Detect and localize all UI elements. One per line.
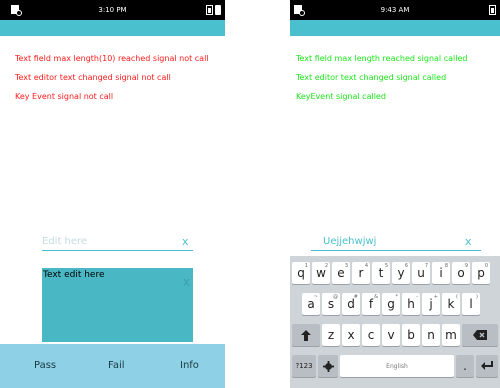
entry-field[interactable]: Edit here	[42, 236, 87, 247]
entry-underline	[42, 250, 193, 251]
enter-key[interactable]	[476, 355, 498, 377]
status-message-3: KeyEvent signal called	[296, 92, 386, 101]
sim-icon	[206, 5, 213, 15]
left-screen: 3:10 PM Text field max length(10) reache…	[0, 0, 225, 388]
key-q[interactable]: 1q	[292, 262, 310, 284]
fail-button[interactable]: Fail	[108, 360, 125, 371]
key-r[interactable]: 4r	[352, 262, 370, 284]
key-w[interactable]: 2w	[312, 262, 330, 284]
status-bar: 3:10 PM	[0, 0, 225, 20]
virtual-keyboard: 1q 2w 3e 4r 5t 6y 7u 8i 9o 0p ~ a @ s # d &…	[290, 256, 500, 388]
sim-icon	[489, 5, 496, 15]
editor-clear-button[interactable]: x	[183, 275, 190, 289]
title-bar	[0, 20, 225, 36]
symbols-key[interactable]: ?123	[292, 355, 316, 377]
right-screen: 9:43 AM Text field max length reached si…	[290, 0, 500, 388]
status-time: 9:43 AM	[380, 6, 410, 14]
enter-icon	[481, 361, 493, 370]
key-h[interactable]: -h	[402, 293, 420, 315]
key-l[interactable]: ) l	[462, 293, 480, 315]
entry-underline	[311, 250, 481, 251]
key-m[interactable]: m	[442, 324, 460, 346]
status-message-3: Key Event signal not call	[15, 92, 114, 101]
key-k[interactable]: (k	[442, 293, 460, 315]
key-e[interactable]: 3e	[332, 262, 350, 284]
key-z[interactable]: z	[322, 324, 340, 346]
status-message-2: Text editor text changed signal called	[296, 73, 447, 82]
backspace-icon	[473, 330, 487, 340]
key-j[interactable]: + j	[422, 293, 440, 315]
key-g[interactable]: * g	[382, 293, 400, 315]
text-editor[interactable]: Text edit here x	[42, 268, 193, 342]
gear-icon	[322, 360, 334, 372]
key-v[interactable]: v	[382, 324, 400, 346]
settings-key[interactable]	[318, 355, 338, 377]
key-p[interactable]: 0p	[472, 262, 490, 284]
info-button[interactable]: Info	[180, 360, 199, 371]
entry-field[interactable]: Uejjehwjwj	[323, 236, 376, 247]
editor-text: Text edit here	[43, 270, 105, 280]
status-message-1: Text field max length reached signal cal…	[296, 54, 468, 63]
key-n[interactable]: n	[422, 324, 440, 346]
status-message-1: Text field max length(10) reached signal…	[15, 54, 209, 63]
key-u[interactable]: 7u	[412, 262, 430, 284]
status-message-2: Text editor text changed signal not call	[15, 73, 171, 82]
key-y[interactable]: 6y	[392, 262, 410, 284]
pass-button[interactable]: Pass	[34, 360, 56, 371]
battery-icon	[215, 5, 221, 15]
key-a[interactable]: ~ a	[302, 293, 320, 315]
key-d[interactable]: # d	[342, 293, 360, 315]
key-s[interactable]: @ s	[322, 293, 340, 315]
key-i[interactable]: 8i	[432, 262, 450, 284]
key-x[interactable]: x	[342, 324, 360, 346]
status-time: 3:10 PM	[98, 6, 127, 14]
entry-clear-button[interactable]: x	[182, 235, 189, 248]
key-f[interactable]: & f	[362, 293, 380, 315]
status-bar: 9:43 AM	[290, 0, 500, 20]
space-key[interactable]: English	[340, 355, 454, 377]
title-bar	[290, 20, 500, 36]
key-c[interactable]: c	[362, 324, 380, 346]
key-t[interactable]: 5t	[372, 262, 390, 284]
backspace-key[interactable]	[462, 324, 498, 346]
status-indicators	[489, 5, 496, 15]
status-indicators	[206, 5, 221, 15]
footer-bar: Pass Fail Info	[0, 344, 225, 388]
shift-key[interactable]	[292, 324, 320, 346]
entry-clear-button[interactable]: x	[465, 235, 472, 248]
period-key[interactable]: .	[456, 355, 474, 377]
key-b[interactable]: b	[402, 324, 420, 346]
shift-icon	[301, 329, 311, 341]
key-o[interactable]: 9o	[452, 262, 470, 284]
